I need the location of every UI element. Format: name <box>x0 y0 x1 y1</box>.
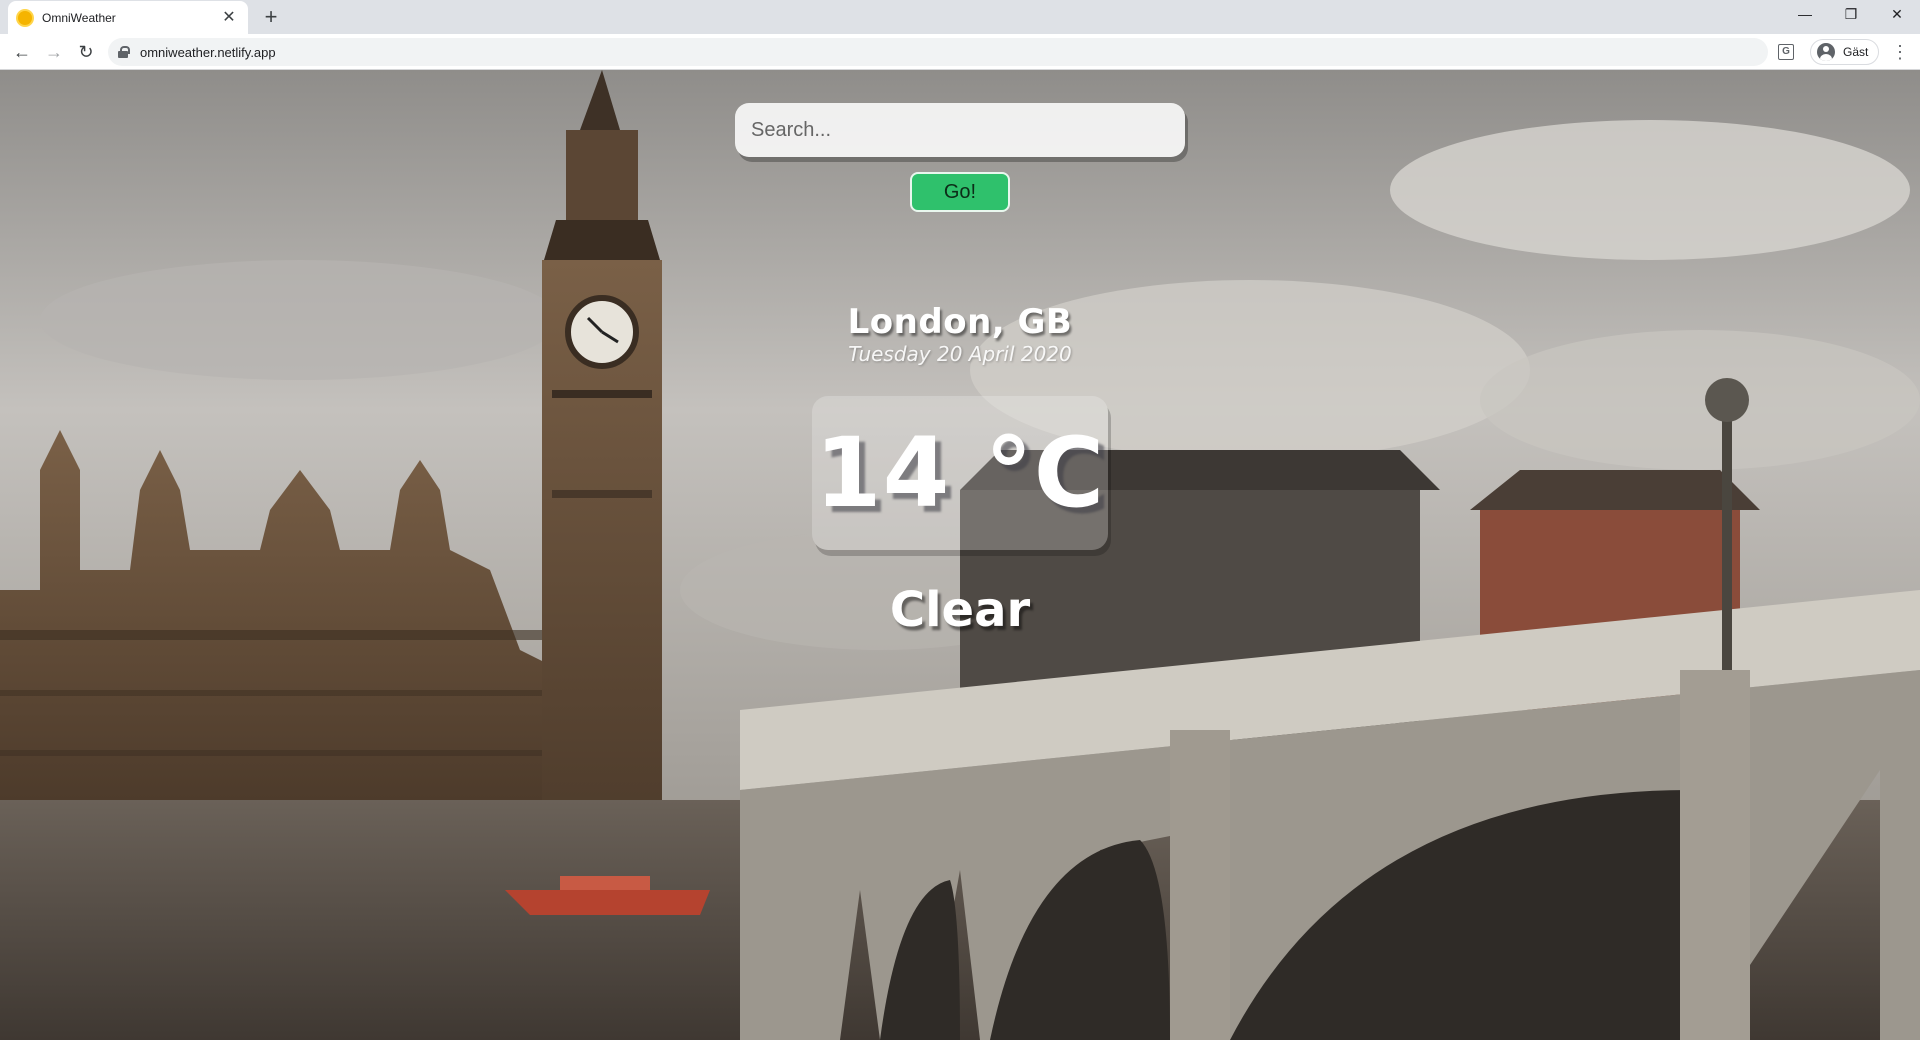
tab-title: OmniWeather <box>42 10 116 25</box>
minimize-icon[interactable]: — <box>1782 0 1828 30</box>
sun-icon <box>18 10 32 25</box>
lock-icon[interactable] <box>118 46 130 58</box>
temperature-value: 14 °C <box>814 417 1106 529</box>
close-window-icon[interactable]: ✕ <box>1874 0 1920 30</box>
translate-icon[interactable]: G <box>1778 44 1794 60</box>
reload-icon[interactable]: ↻ <box>72 38 100 66</box>
browser-tab[interactable]: OmniWeather ✕ <box>8 1 248 34</box>
profile-label: Gäst <box>1843 45 1869 59</box>
go-button[interactable]: Go! <box>910 172 1010 212</box>
temperature-card: 14 °C <box>812 396 1108 550</box>
profile-button[interactable]: Gäst <box>1810 39 1880 65</box>
maximize-icon[interactable]: ❐ <box>1828 0 1874 30</box>
browser-tabstrip: OmniWeather ✕ + — ❐ ✕ <box>0 0 1920 34</box>
date-text: Tuesday 20 April 2020 <box>848 342 1072 366</box>
back-arrow-icon[interactable]: ← <box>8 38 36 66</box>
more-menu-icon[interactable]: ⋮ <box>1890 42 1910 62</box>
browser-toolbar: ← → ↻ omniweather.netlify.app G Gäst ⋮ <box>0 34 1920 70</box>
new-tab-button[interactable]: + <box>258 5 284 31</box>
page-viewport: Go! London, GB Tuesday 20 April 2020 14 … <box>0 70 1920 1040</box>
url-text[interactable]: omniweather.netlify.app <box>140 45 276 60</box>
weather-condition: Clear <box>889 582 1031 638</box>
address-bar[interactable]: omniweather.netlify.app <box>108 38 1768 66</box>
forward-arrow-icon[interactable]: → <box>40 38 68 66</box>
close-tab-icon[interactable]: ✕ <box>220 9 238 27</box>
location-title: London, GB <box>847 302 1073 342</box>
background-photo <box>0 70 1920 1040</box>
search-input[interactable] <box>735 103 1185 157</box>
avatar-icon <box>1817 43 1835 61</box>
